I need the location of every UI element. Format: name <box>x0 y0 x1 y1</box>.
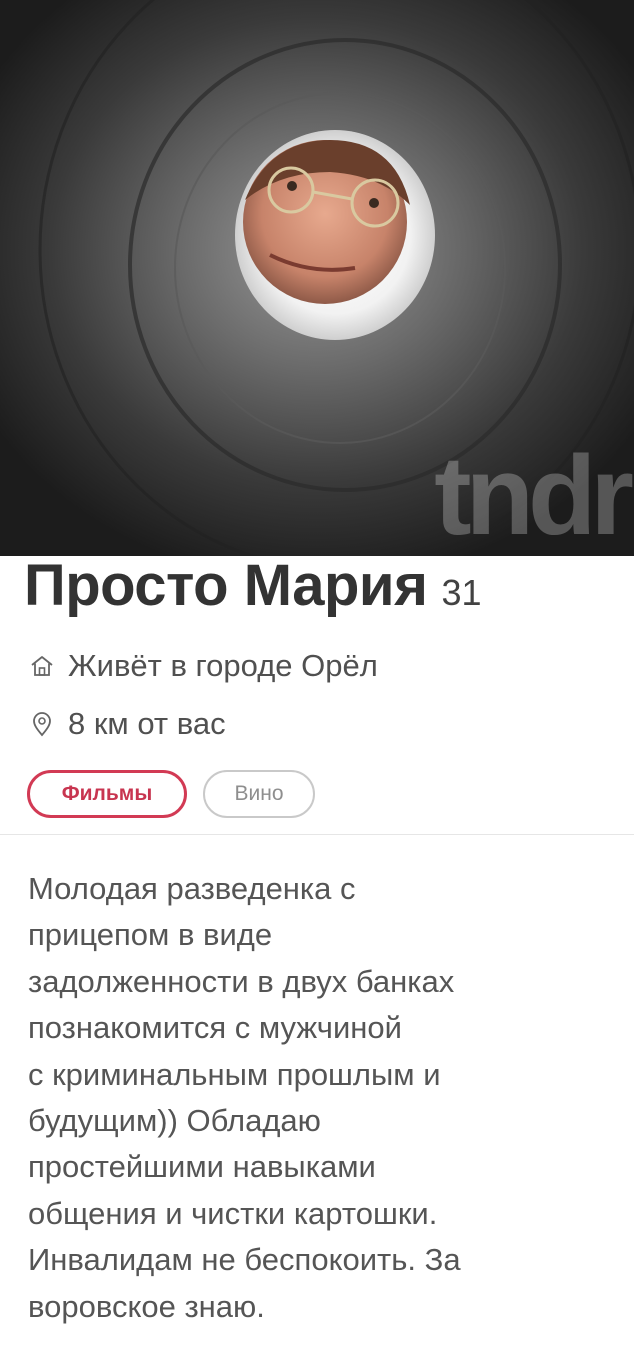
bio-line: с криминальным прошлым и <box>28 1056 441 1092</box>
city-text: Живёт в городе Орёл <box>68 648 378 683</box>
profile-photo[interactable]: tndr <box>0 0 634 556</box>
distance-text: 8 км от вас <box>68 706 226 741</box>
interests-list: Фильмы Вино <box>27 770 315 818</box>
profile-name: Просто Мария <box>24 553 428 618</box>
interest-tag-movies[interactable]: Фильмы <box>27 770 187 818</box>
location-pin-icon <box>30 711 54 737</box>
bio-line: простейшими навыками <box>28 1149 376 1185</box>
bio-line: Молодая разведенка с <box>28 871 356 906</box>
section-divider <box>0 834 634 835</box>
bio-line: прицепом в виде <box>28 917 273 953</box>
bio-line: воровское знаю. <box>28 1288 265 1324</box>
bio-line: познакомится с мужчиной <box>28 1010 402 1046</box>
profile-header: Просто Мария 31 <box>24 552 481 632</box>
distance-row: 8 км от вас <box>30 706 226 742</box>
bio-line: будущим)) Обладаю <box>28 1103 321 1139</box>
bio-line: общения и чистки картошки. <box>28 1195 438 1231</box>
bio-line: задолженности в двух банках <box>28 963 455 999</box>
profile-bio: Молодая разведенка с прицепом в виде зад… <box>28 866 618 1330</box>
profile-age: 31 <box>441 572 482 613</box>
bio-line: Инвалидам не беспокоить. За <box>28 1242 461 1278</box>
watermark-logo: tndr <box>434 433 634 556</box>
city-row: Живёт в городе Орёл <box>30 648 378 684</box>
home-icon <box>30 653 54 679</box>
interest-tag-wine[interactable]: Вино <box>203 770 315 818</box>
